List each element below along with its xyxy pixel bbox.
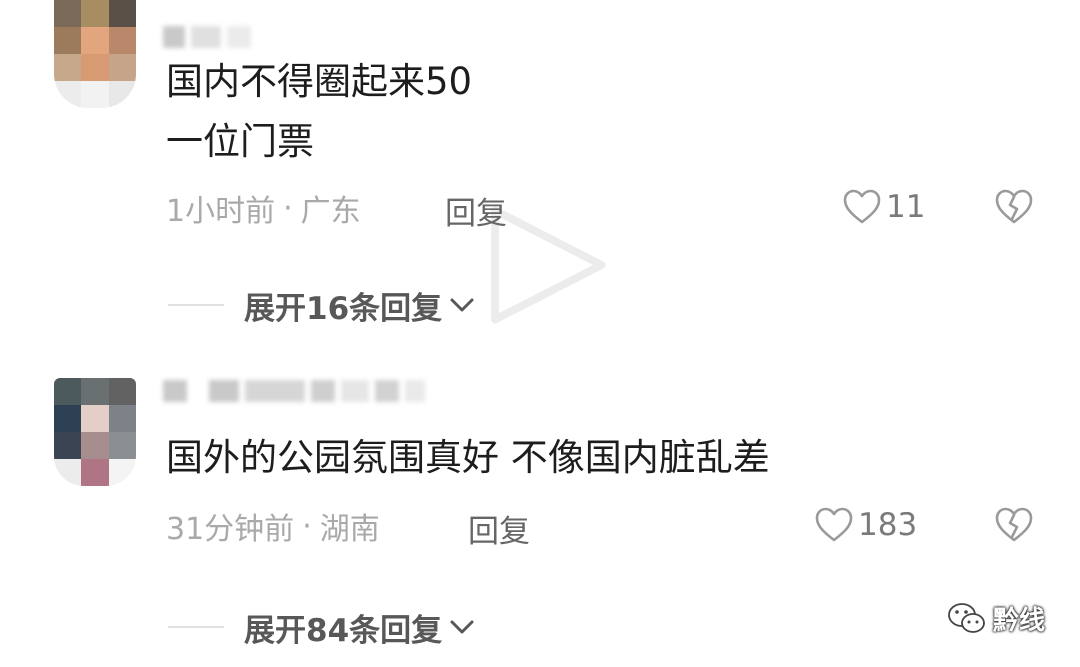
avatar[interactable] xyxy=(54,378,136,486)
like-button[interactable]: 183 xyxy=(814,506,917,544)
avatar[interactable] xyxy=(54,0,136,108)
broken-heart-icon xyxy=(995,189,1033,224)
divider-line xyxy=(168,626,224,628)
reply-button[interactable]: 回复 xyxy=(445,188,507,233)
comment-time: 1小时前 xyxy=(166,194,276,229)
chevron-down-icon xyxy=(450,620,474,634)
watermark-text: 黔线 xyxy=(993,606,1046,636)
comment-location: 广东 xyxy=(300,194,361,229)
username-redacted[interactable] xyxy=(163,26,251,48)
like-count: 11 xyxy=(886,189,926,225)
meta-separator: · xyxy=(283,190,293,226)
comment-time: 31分钟前 xyxy=(166,512,295,547)
comment-location: 湖南 xyxy=(319,512,380,547)
chevron-down-icon xyxy=(450,298,474,312)
watermark: 黔线 xyxy=(947,600,1045,637)
comment-text: 国外的公园氛围真好 不像国内脏乱差 xyxy=(166,436,770,479)
wechat-icon xyxy=(948,602,985,633)
expand-replies-label: 展开84条回复 xyxy=(244,612,443,649)
expand-replies-button[interactable]: 展开16条回复 xyxy=(168,280,476,330)
comment-meta: 1小时前 · 广东 xyxy=(166,186,361,230)
heart-outline-icon xyxy=(843,189,881,224)
like-button[interactable]: 11 xyxy=(842,188,925,226)
broken-heart-icon xyxy=(995,507,1033,542)
dislike-button[interactable] xyxy=(994,506,1034,548)
expand-replies-button[interactable]: 展开84条回复 xyxy=(168,602,476,652)
reply-button[interactable]: 回复 xyxy=(468,506,530,551)
divider-line xyxy=(168,304,224,306)
comment-text: 国内不得圈起来50 一位门票 xyxy=(166,60,473,163)
comment-meta: 31分钟前 · 湖南 xyxy=(166,504,380,548)
meta-separator: · xyxy=(302,508,312,544)
username-redacted[interactable] xyxy=(163,380,425,402)
comment-item: 国外的公园氛围真好 不像国内脏乱差 31分钟前 · 湖南 回复 183 展开84… xyxy=(0,360,1080,667)
like-count: 183 xyxy=(858,507,918,543)
expand-replies-label: 展开16条回复 xyxy=(244,290,443,327)
heart-outline-icon xyxy=(815,507,853,542)
comment-item: 国内不得圈起来50 一位门票 1小时前 · 广东 回复 11 展开16条回复 xyxy=(0,0,1080,360)
dislike-button[interactable] xyxy=(994,188,1034,230)
